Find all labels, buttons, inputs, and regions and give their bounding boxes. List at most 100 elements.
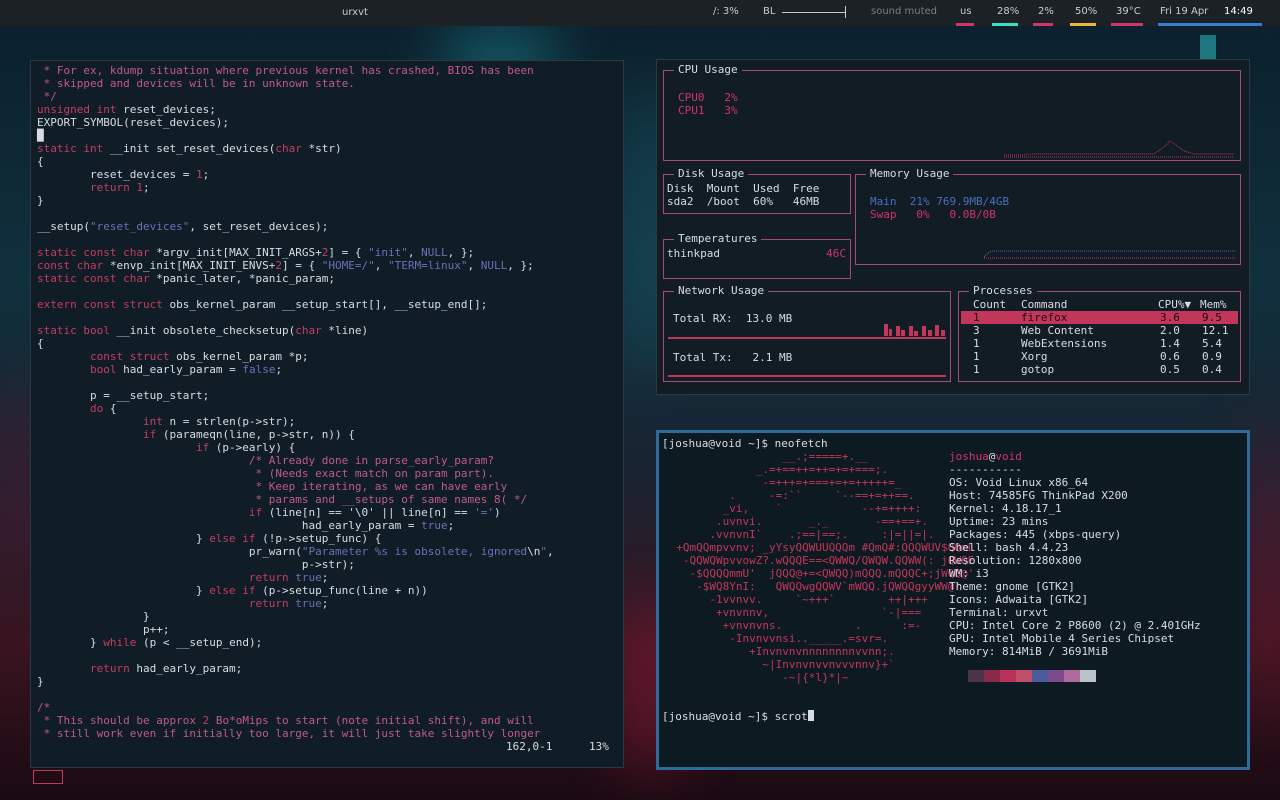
col-cpu[interactable]: CPU%▼ bbox=[1158, 298, 1191, 311]
code-line[interactable] bbox=[37, 285, 617, 298]
code-line[interactable] bbox=[37, 207, 617, 220]
code-line[interactable]: EXPORT_SYMBOL(reset_devices); bbox=[37, 116, 617, 129]
code-line[interactable]: if (line[n] == '\0' || line[n] == '=') bbox=[37, 506, 617, 519]
code-line[interactable]: p++; bbox=[37, 623, 617, 636]
code-line[interactable]: if (parameqn(line, p->str, n)) { bbox=[37, 428, 617, 441]
gotop-window[interactable]: CPU Usage CPU0 2% CPU1 3% Disk Usage Dis… bbox=[656, 59, 1250, 395]
code-line[interactable]: * Keep iterating, as we can have early bbox=[37, 480, 617, 493]
code-line[interactable]: { bbox=[37, 155, 617, 168]
code-line[interactable]: * This should be approx 2 Bo*oMips to st… bbox=[37, 714, 617, 727]
code-token: (line[n] == bbox=[262, 506, 349, 519]
code-line[interactable]: * params and __setups of same names 8( *… bbox=[37, 493, 617, 506]
info-line: OS: Void Linux x86_64 bbox=[949, 476, 1089, 489]
code-line[interactable]: pr_warn("Parameter %s is obsolete, ignor… bbox=[37, 545, 617, 558]
code-line[interactable]: __setup("reset_devices", set_reset_devic… bbox=[37, 220, 617, 233]
code-line[interactable]: p = __setup_start; bbox=[37, 389, 617, 402]
code-line[interactable]: return 1; bbox=[37, 181, 617, 194]
vim-editor-window[interactable]: * For ex, kdump situation where previous… bbox=[30, 60, 624, 768]
keyboard-layout[interactable]: us bbox=[960, 6, 972, 17]
code-line[interactable]: /* Already done in parse_early_param? bbox=[37, 454, 617, 467]
cpu1-row: CPU1 3% bbox=[678, 104, 738, 117]
code-line[interactable]: int n = strlen(p->str); bbox=[37, 415, 617, 428]
code-line[interactable]: * skipped and devices will be in unknown… bbox=[37, 77, 617, 90]
code-line[interactable]: } else if (p->setup_func(line + n)) bbox=[37, 584, 617, 597]
code-token: (p->early) { bbox=[209, 441, 296, 454]
process-cpu: 0.6 bbox=[1160, 350, 1180, 363]
backlight-slider-handle[interactable] bbox=[845, 6, 846, 18]
process-row[interactable]: 1 Xorg 0.6 0.9 bbox=[961, 350, 1238, 363]
processes-panel[interactable]: Processes Count Command CPU%▼ Mem% 1 fire… bbox=[958, 284, 1241, 382]
code-line[interactable]: return true; bbox=[37, 597, 617, 610]
process-row[interactable]: 3 Web Content 2.0 12.1 bbox=[961, 324, 1238, 337]
code-line[interactable]: */ bbox=[37, 90, 617, 103]
code-line[interactable] bbox=[37, 376, 617, 389]
process-row[interactable]: 1 gotop 0.5 0.4 bbox=[961, 363, 1238, 376]
code-token: { bbox=[37, 155, 44, 168]
code-line[interactable]: static const char *panic_later, *panic_p… bbox=[37, 272, 617, 285]
code-line[interactable]: } bbox=[37, 610, 617, 623]
code-buffer[interactable]: * For ex, kdump situation where previous… bbox=[37, 64, 617, 740]
info-line: Terminal: urxvt bbox=[949, 606, 1049, 619]
code-token: return bbox=[37, 571, 296, 584]
col-mem[interactable]: Mem% bbox=[1200, 298, 1227, 311]
code-line[interactable]: } bbox=[37, 194, 617, 207]
code-token: "reset_devices" bbox=[89, 220, 190, 233]
backlight-slider[interactable] bbox=[782, 12, 846, 13]
code-line[interactable]: return true; bbox=[37, 571, 617, 584]
code-line[interactable]: } while (p < __setup_end); bbox=[37, 636, 617, 649]
code-line[interactable]: reset_devices = 1; bbox=[37, 168, 617, 181]
process-list[interactable]: 1 firefox 3.6 9.5 3 Web Content 2.0 12.1 1 WebExt… bbox=[961, 311, 1238, 376]
process-cpu: 2.0 bbox=[1160, 324, 1180, 337]
battery-underline bbox=[1070, 23, 1096, 26]
code-token: char bbox=[295, 324, 322, 337]
code-line[interactable] bbox=[37, 649, 617, 662]
info-line: Packages: 445 (xbps-query) bbox=[949, 528, 1122, 541]
cpu2-indicator: 2% bbox=[1038, 6, 1054, 17]
code-line[interactable]: * For ex, kdump situation where previous… bbox=[37, 64, 617, 77]
date-label[interactable]: Fri 19 Apr bbox=[1160, 6, 1208, 17]
backlight-label: BL bbox=[763, 6, 776, 17]
code-line[interactable]: static const char *argv_init[MAX_INIT_AR… bbox=[37, 246, 617, 259]
cpu1-underline bbox=[992, 23, 1018, 26]
cursor-block bbox=[807, 710, 814, 721]
ascii-line: -Invnvvnsi.._____.=svr=. bbox=[663, 632, 889, 645]
code-line[interactable]: p->str); bbox=[37, 558, 617, 571]
code-line[interactable] bbox=[37, 688, 617, 701]
code-line[interactable]: do { bbox=[37, 402, 617, 415]
code-line[interactable]: unsigned int reset_devices; bbox=[37, 103, 617, 116]
process-row[interactable]: 1 firefox 3.6 9.5 bbox=[961, 311, 1238, 324]
code-line[interactable]: { bbox=[37, 337, 617, 350]
code-line[interactable]: █ bbox=[37, 129, 617, 142]
code-line[interactable]: const struct obs_kernel_param *p; bbox=[37, 350, 617, 363]
code-line[interactable] bbox=[37, 233, 617, 246]
cpu2-underline bbox=[1033, 23, 1053, 26]
code-token: } bbox=[37, 584, 210, 597]
process-row[interactable]: 1 WebExtensions 1.4 5.4 bbox=[961, 337, 1238, 350]
sound-indicator[interactable]: sound muted bbox=[871, 6, 937, 17]
col-command[interactable]: Command bbox=[1021, 298, 1067, 311]
code-line[interactable]: * (Needs exact match on param part). bbox=[37, 467, 617, 480]
code-line[interactable]: bool had_early_param = false; bbox=[37, 363, 617, 376]
terminal-window[interactable]: [joshua@void ~]$ neofetch __.;=====+.__ … bbox=[656, 430, 1250, 770]
code-line[interactable]: } else if (!p->setup_func) { bbox=[37, 532, 617, 545]
code-line[interactable]: } bbox=[37, 675, 617, 688]
code-line[interactable]: return had_early_param; bbox=[37, 662, 617, 675]
info-line: Shell: bash 4.4.23 bbox=[949, 541, 1069, 554]
code-token: unsigned int bbox=[37, 103, 117, 116]
code-line[interactable]: static int __init set_reset_devices(char… bbox=[37, 142, 617, 155]
time-label[interactable]: 14:49 bbox=[1224, 6, 1253, 17]
code-line[interactable]: static bool __init obsolete_checksetup(c… bbox=[37, 324, 617, 337]
code-line[interactable]: had_early_param = true; bbox=[37, 519, 617, 532]
code-line[interactable]: /* bbox=[37, 701, 617, 714]
process-count: 1 bbox=[973, 337, 980, 350]
code-line[interactable]: if (p->early) { bbox=[37, 441, 617, 454]
code-token: p = __setup_start; bbox=[37, 389, 210, 402]
code-line[interactable]: extern const struct obs_kernel_param __s… bbox=[37, 298, 617, 311]
code-line[interactable] bbox=[37, 311, 617, 324]
process-mem: 12.1 bbox=[1202, 324, 1229, 337]
prompt-line-scrot[interactable]: [joshua@void ~]$ scrot bbox=[662, 710, 814, 723]
code-line[interactable]: const char *envp_init[MAX_INIT_ENVS+2] =… bbox=[37, 259, 617, 272]
code-line[interactable]: * still work even if initially too large… bbox=[37, 727, 617, 740]
vim-status-line: 162,0-1 13% bbox=[31, 740, 623, 753]
col-count[interactable]: Count bbox=[973, 298, 1006, 311]
